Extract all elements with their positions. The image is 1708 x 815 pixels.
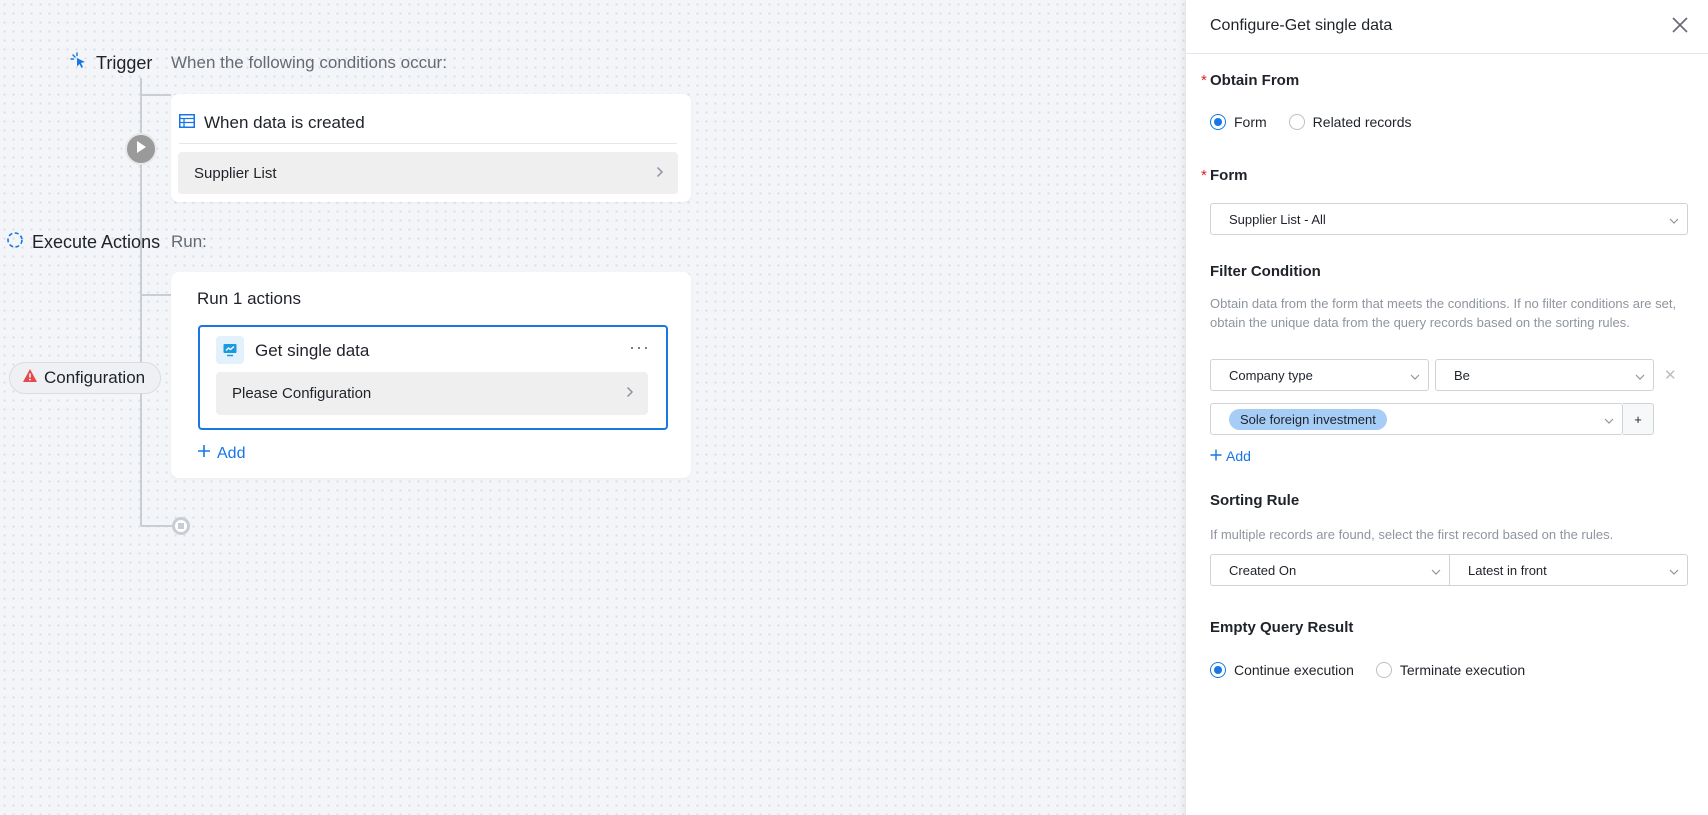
trigger-source-row[interactable]: Supplier List — [178, 152, 678, 194]
sorting-rule-description: If multiple records are found, select th… — [1210, 527, 1614, 542]
configuration-warning-badge[interactable]: Configuration — [9, 362, 161, 394]
obtain-from-radio-group: Form Related records — [1210, 114, 1434, 130]
chevron-down-icon — [1669, 563, 1679, 578]
connector-actions — [141, 294, 171, 296]
obtain-from-title: * Obtain From — [1201, 72, 1300, 89]
radio-unchecked-icon — [1288, 114, 1305, 130]
action-config-prompt: Please Configuration — [232, 385, 372, 402]
required-mark: * — [1201, 167, 1207, 184]
radio-continue-execution[interactable]: Continue execution — [1210, 662, 1354, 678]
obtain-from-title-text: Obtain From — [1210, 72, 1300, 89]
sort-field-value: Created On — [1229, 562, 1297, 578]
action-get-single-data[interactable]: Get single data ··· Please Configuration — [198, 325, 668, 430]
more-options-icon[interactable]: ··· — [629, 337, 650, 358]
run-test-button[interactable] — [125, 133, 157, 165]
filter-value-tag[interactable]: Sole foreign investment — [1229, 408, 1387, 430]
chevron-down-icon — [1604, 412, 1614, 427]
remove-condition-icon[interactable]: ✕ — [1664, 366, 1677, 384]
plus-icon — [197, 444, 211, 463]
required-mark: * — [1201, 72, 1207, 89]
actions-card: Run 1 actions Get single data ··· Please… — [171, 272, 691, 478]
radio-related-records-label: Related records — [1312, 114, 1412, 130]
play-icon — [135, 140, 147, 159]
form-title: * Form — [1201, 167, 1248, 184]
add-action-label: Add — [217, 444, 246, 462]
trigger-step-label: Trigger — [70, 52, 152, 75]
warning-icon — [22, 368, 38, 388]
trigger-label: Trigger — [96, 53, 153, 73]
add-action-button[interactable]: Add — [197, 444, 245, 463]
chevron-right-icon — [656, 165, 664, 182]
sorting-rule-title: Sorting Rule — [1210, 492, 1300, 509]
cursor-click-icon — [70, 52, 88, 75]
radio-continue-label: Continue execution — [1234, 662, 1354, 678]
action-name: Get single data — [255, 341, 370, 360]
workflow-canvas[interactable]: Trigger When the following conditions oc… — [0, 0, 1185, 815]
trigger-event-label: When data is created — [204, 112, 365, 132]
filter-value-select[interactable]: Sole foreign investment — [1210, 403, 1623, 435]
table-icon — [179, 113, 195, 133]
filter-field-value: Company type — [1229, 367, 1313, 383]
filter-field-select[interactable]: Company type — [1210, 359, 1429, 391]
filter-value-plus-button[interactable]: + — [1623, 403, 1654, 435]
execute-subtitle: Run: — [171, 232, 207, 251]
chevron-down-icon — [1410, 368, 1420, 383]
chevron-down-icon — [1635, 368, 1645, 383]
close-icon — [1672, 16, 1688, 38]
chevron-right-icon — [626, 385, 634, 402]
add-condition-button[interactable]: Add — [1210, 448, 1251, 464]
form-title-text: Form — [1210, 167, 1248, 184]
connector-trigger — [141, 94, 171, 96]
execute-step-label: Execute Actions — [6, 231, 160, 254]
chevron-down-icon — [1669, 212, 1679, 227]
close-button[interactable] — [1668, 15, 1692, 39]
config-panel: Configure-Get single data * Obtain From … — [1185, 0, 1708, 815]
execute-label: Execute Actions — [32, 232, 161, 252]
trigger-source-label: Supplier List — [194, 164, 277, 182]
panel-title: Configure-Get single data — [1210, 17, 1393, 34]
filter-condition-title: Filter Condition — [1210, 263, 1321, 280]
trigger-event-header: When data is created — [179, 102, 677, 144]
radio-terminate-execution[interactable]: Terminate execution — [1375, 662, 1526, 678]
trigger-card[interactable]: When data is created Supplier List — [171, 94, 691, 202]
radio-unchecked-icon — [1375, 662, 1392, 678]
filter-operator-select[interactable]: Be — [1435, 359, 1654, 391]
loading-spinner-icon — [6, 231, 24, 254]
empty-query-result-title: Empty Query Result — [1210, 619, 1354, 636]
sort-field-select[interactable]: Created On — [1210, 554, 1450, 586]
filter-operator-value: Be — [1454, 367, 1470, 383]
panel-header: Configure-Get single data — [1186, 0, 1708, 54]
radio-checked-icon — [1210, 662, 1226, 678]
form-select-value: Supplier List - All — [1229, 211, 1326, 227]
action-config-row[interactable]: Please Configuration — [216, 372, 648, 415]
radio-checked-icon — [1210, 114, 1226, 130]
radio-form-label: Form — [1234, 114, 1267, 130]
empty-result-radio-group: Continue execution Terminate execution — [1210, 662, 1547, 678]
chevron-down-icon — [1431, 563, 1441, 578]
chart-monitor-icon — [216, 336, 244, 364]
configuration-label: Configuration — [44, 368, 146, 387]
sort-order-select[interactable]: Latest in front — [1449, 554, 1688, 586]
filter-condition-description: Obtain data from the form that meets the… — [1210, 296, 1677, 330]
form-select[interactable]: Supplier List - All — [1210, 203, 1688, 235]
radio-form[interactable]: Form — [1210, 114, 1267, 130]
add-condition-label: Add — [1226, 448, 1251, 464]
plus-icon — [1210, 448, 1222, 464]
flow-end-node — [172, 517, 190, 535]
trigger-subtitle: When the following conditions occur: — [171, 53, 447, 72]
sort-order-value: Latest in front — [1468, 562, 1547, 578]
radio-terminate-label: Terminate execution — [1399, 662, 1526, 678]
run-actions-title: Run 1 actions — [197, 289, 301, 308]
radio-related-records[interactable]: Related records — [1288, 114, 1412, 130]
connector-end — [141, 525, 174, 527]
